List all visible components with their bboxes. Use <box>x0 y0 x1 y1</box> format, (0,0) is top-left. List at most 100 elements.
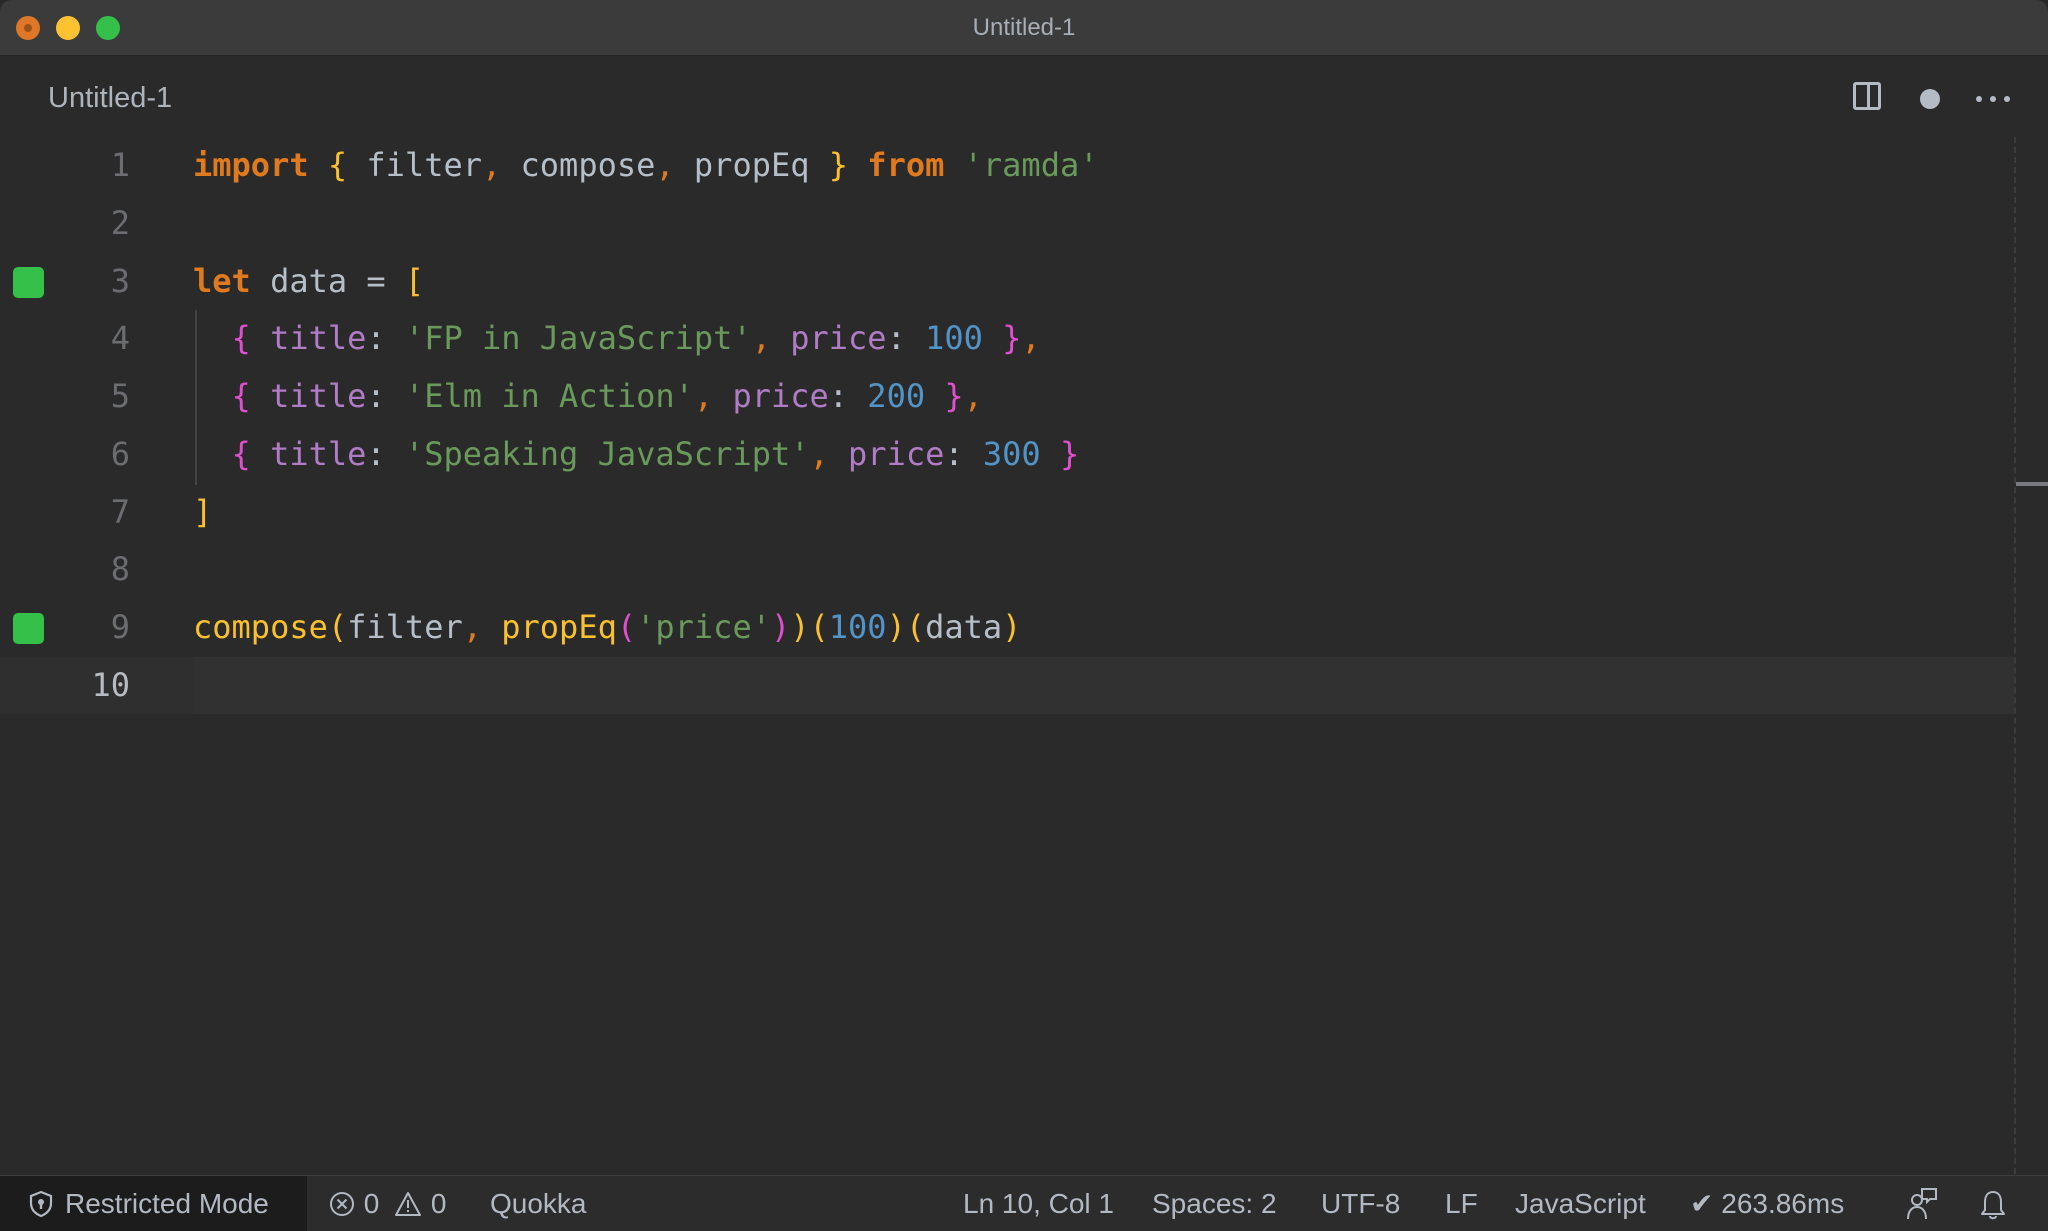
line-code[interactable]: import { filter, compose, propEq } from … <box>193 137 2015 194</box>
quokka-coverage-marker-icon <box>13 613 44 644</box>
code-token-br-y: } <box>828 146 849 184</box>
line-number: 10 <box>91 666 130 704</box>
code-token-punc-o: , <box>1021 319 1041 357</box>
code-token-br-y: ) <box>1002 608 1022 646</box>
restricted-mode-label: Restricted Mode <box>65 1188 269 1219</box>
code-token-op <box>829 435 848 473</box>
code-token-num: 100 <box>925 319 983 357</box>
line-code[interactable] <box>193 195 2015 252</box>
line-code[interactable]: compose(filter, propEq('price'))(100)(da… <box>193 599 2015 656</box>
code-token-op <box>848 146 867 184</box>
code-token-id: propEq <box>674 146 829 184</box>
line-code[interactable]: { title: 'Elm in Action', price: 200 }, <box>193 368 2015 425</box>
status-bar: Restricted Mode 0 0 Quokka Ln 10, Col 1 … <box>0 1175 2048 1231</box>
code-token-br-y: ) <box>886 608 906 646</box>
code-line-2[interactable]: 2 <box>0 195 2015 252</box>
line-code[interactable]: { title: 'Speaking JavaScript', price: 3… <box>193 426 2015 483</box>
eol-selector[interactable]: LF <box>1445 1176 1478 1231</box>
code-line-4[interactable]: 4 { title: 'FP in JavaScript', price: 10… <box>0 310 2015 367</box>
code-token-prop: title <box>270 377 367 415</box>
code-token-op <box>983 319 1002 357</box>
language-mode-selector[interactable]: JavaScript <box>1515 1176 1646 1231</box>
code-token-kw: from <box>867 146 945 184</box>
code-token-str: 'FP in JavaScript' <box>404 319 752 357</box>
line-number: 1 <box>110 146 130 184</box>
code-token-op <box>309 146 328 184</box>
code-token-id: compose <box>501 146 656 184</box>
code-token-op <box>193 435 232 473</box>
code-token-br-p: ( <box>616 608 637 646</box>
code-token-punc-o: , <box>963 377 983 415</box>
overview-ruler-scrollbar[interactable] <box>2014 137 2018 1174</box>
unsaved-dot-icon[interactable] <box>1920 89 1940 109</box>
code-line-8[interactable]: 8 <box>0 541 2015 598</box>
restricted-mode-indicator[interactable]: Restricted Mode <box>0 1176 307 1231</box>
cursor-position[interactable]: Ln 10, Col 1 <box>963 1176 1114 1231</box>
bell-icon <box>1981 1191 2005 1220</box>
code-token-punc-o: , <box>462 608 482 646</box>
code-line-5[interactable]: 5 { title: 'Elm in Action', price: 200 }… <box>0 368 2015 425</box>
line-number: 4 <box>110 319 130 357</box>
code-token-br-p: } <box>944 377 964 415</box>
more-actions-icon[interactable] <box>1976 96 2010 102</box>
quokka-button[interactable]: Quokka <box>490 1176 587 1231</box>
code-token-str: 'Elm in Action' <box>404 377 694 415</box>
line-code[interactable]: let data = [ <box>193 253 2015 310</box>
cursor-position-ruler-mark <box>2016 482 2048 486</box>
tab-untitled-1[interactable]: Untitled-1 <box>48 82 172 115</box>
code-token-op <box>251 435 270 473</box>
code-token-num: 100 <box>828 608 887 646</box>
line-number: 8 <box>110 550 130 588</box>
line-code[interactable] <box>193 657 2015 714</box>
line-number: 6 <box>110 435 130 473</box>
feedback-button[interactable] <box>1906 1176 1938 1231</box>
code-token-kw: import <box>193 146 309 184</box>
indentation-selector[interactable]: Spaces: 2 <box>1152 1176 1277 1231</box>
code-token-prop: price <box>732 377 829 415</box>
line-number: 5 <box>110 377 130 415</box>
quokka-timing[interactable]: ✔ 263.86ms <box>1690 1176 1844 1231</box>
line-number: 2 <box>110 204 130 242</box>
line-code[interactable]: ] <box>193 484 2015 541</box>
tab-bar: Untitled-1 <box>0 56 2048 141</box>
code-line-6[interactable]: 6 { title: 'Speaking JavaScript', price:… <box>0 426 2015 483</box>
code-token-prop: price <box>848 435 945 473</box>
warning-icon <box>395 1192 422 1216</box>
code-token-op: : <box>886 319 926 357</box>
problems-indicator[interactable]: 0 0 <box>328 1176 447 1231</box>
code-line-3[interactable]: 3 let data = [ <box>0 253 2015 310</box>
code-token-op <box>771 319 790 357</box>
line-number: 7 <box>110 493 130 531</box>
code-token-br-p: } <box>1059 435 1080 473</box>
code-token-op <box>944 146 963 184</box>
code-line-9[interactable]: 9 compose(filter, propEq('price'))(100)(… <box>0 599 2015 656</box>
split-editor-icon[interactable] <box>1853 82 1881 110</box>
notifications-button[interactable] <box>1980 1176 2006 1231</box>
code-token-str: 'ramda' <box>963 146 1099 184</box>
code-token-str: 'Speaking JavaScript' <box>404 435 810 473</box>
code-token-punc-o: , <box>481 146 502 184</box>
code-token-str: 'price' <box>636 608 771 646</box>
code-token-num: 200 <box>867 377 926 415</box>
code-token-br-y: { <box>327 146 348 184</box>
code-line-7[interactable]: 7 ] <box>0 484 2015 541</box>
encoding-selector[interactable]: UTF-8 <box>1321 1176 1400 1231</box>
shield-icon <box>29 1190 53 1218</box>
code-token-br-p: } <box>1002 319 1022 357</box>
warning-count: 0 <box>430 1188 447 1219</box>
code-token-br-p: { <box>231 377 251 415</box>
code-line-10[interactable]: 10 <box>0 657 2015 714</box>
code-token-kw: let <box>193 262 251 300</box>
code-token-br-y: ) <box>790 608 810 646</box>
code-editor[interactable]: 1 import { filter, compose, propEq } fro… <box>0 141 2048 1174</box>
error-icon <box>330 1192 354 1216</box>
code-token-id: data = <box>250 262 405 300</box>
code-token-op <box>482 608 501 646</box>
code-token-br-y: ( <box>809 608 829 646</box>
line-code[interactable]: { title: 'FP in JavaScript', price: 100 … <box>193 310 2015 367</box>
line-code[interactable] <box>193 541 2015 598</box>
code-token-op <box>1041 435 1060 473</box>
code-token-op: : <box>944 435 983 473</box>
code-line-1[interactable]: 1 import { filter, compose, propEq } fro… <box>0 137 2015 194</box>
code-token-punc-o: , <box>809 435 829 473</box>
